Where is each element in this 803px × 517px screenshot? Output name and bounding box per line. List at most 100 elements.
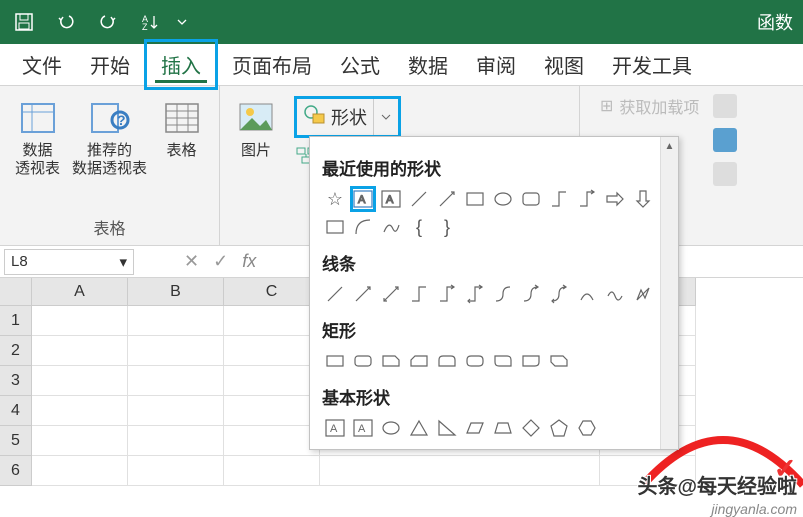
line8[interactable]: [518, 281, 544, 307]
cell[interactable]: [32, 366, 128, 396]
line11[interactable]: [602, 281, 628, 307]
brace2-shape[interactable]: }: [434, 214, 460, 240]
fx-icon[interactable]: fx: [242, 251, 256, 272]
rowhdr-6[interactable]: 6: [0, 456, 32, 486]
rect-shape[interactable]: [462, 186, 488, 212]
cell[interactable]: [224, 366, 320, 396]
rect2[interactable]: [350, 348, 376, 374]
basic-parallelogram[interactable]: [462, 415, 488, 441]
undo-button[interactable]: [46, 4, 86, 40]
cell[interactable]: [224, 426, 320, 456]
line9[interactable]: [546, 281, 572, 307]
cell[interactable]: [224, 336, 320, 366]
rect9[interactable]: [546, 348, 572, 374]
rowhdr-3[interactable]: 3: [0, 366, 32, 396]
enter-icon[interactable]: ✓: [213, 251, 228, 272]
recommended-pivot-button[interactable]: ? 推荐的 数据透视表: [72, 96, 148, 178]
rowhdr-4[interactable]: 4: [0, 396, 32, 426]
line5[interactable]: [434, 281, 460, 307]
shapes-dropdown-button[interactable]: 形状: [294, 96, 401, 138]
connector2-shape[interactable]: [574, 186, 600, 212]
line6[interactable]: [462, 281, 488, 307]
rect3[interactable]: [378, 348, 404, 374]
basic-diamond[interactable]: [518, 415, 544, 441]
basic-hexagon[interactable]: [574, 415, 600, 441]
tab-view[interactable]: 视图: [530, 42, 598, 87]
cancel-icon[interactable]: ✕: [184, 251, 199, 272]
sort-button[interactable]: AZ: [130, 4, 170, 40]
basic-rtriangle[interactable]: [434, 415, 460, 441]
line1[interactable]: [322, 281, 348, 307]
line2[interactable]: [350, 281, 376, 307]
tab-formulas[interactable]: 公式: [326, 42, 394, 87]
basic-pentagon[interactable]: [546, 415, 572, 441]
line4[interactable]: [406, 281, 432, 307]
col-B[interactable]: B: [128, 278, 224, 306]
tab-data[interactable]: 数据: [394, 42, 462, 87]
line-shape[interactable]: [406, 186, 432, 212]
get-addins-button[interactable]: ⊞ 获取加载项: [600, 94, 699, 118]
arrow-line-shape[interactable]: [434, 186, 460, 212]
bing-icon[interactable]: [713, 128, 737, 152]
connector-shape[interactable]: [546, 186, 572, 212]
basic-oval[interactable]: [378, 415, 404, 441]
cell[interactable]: [224, 306, 320, 336]
cell[interactable]: [32, 426, 128, 456]
freeform-shape[interactable]: [378, 214, 404, 240]
cell[interactable]: [128, 456, 224, 486]
basic-textbox2[interactable]: A: [350, 415, 376, 441]
cell[interactable]: [128, 336, 224, 366]
rect1[interactable]: [322, 348, 348, 374]
line7[interactable]: [490, 281, 516, 307]
rect6[interactable]: [462, 348, 488, 374]
dropdown-scrollbar[interactable]: ▲: [660, 137, 678, 449]
rect7[interactable]: [490, 348, 516, 374]
cell[interactable]: [32, 306, 128, 336]
textbox-shape[interactable]: A: [350, 186, 376, 212]
rect8[interactable]: [518, 348, 544, 374]
tab-pagelayout[interactable]: 页面布局: [218, 42, 326, 87]
rect4[interactable]: [406, 348, 432, 374]
basic-trapezoid[interactable]: [490, 415, 516, 441]
tab-developer[interactable]: 开发工具: [598, 42, 706, 87]
scroll-up-icon[interactable]: ▲: [661, 137, 678, 155]
name-box[interactable]: L8 ▾: [4, 249, 134, 275]
right-arrow-shape[interactable]: [602, 186, 628, 212]
down-arrow-shape[interactable]: [630, 186, 656, 212]
rowhdr-1[interactable]: 1: [0, 306, 32, 336]
picture-button[interactable]: 图片: [228, 96, 284, 160]
cell[interactable]: [128, 426, 224, 456]
col-C[interactable]: C: [224, 278, 320, 306]
cell[interactable]: [224, 396, 320, 426]
pivot-table-button[interactable]: 数据 透视表: [10, 96, 66, 178]
qat-customize[interactable]: [172, 4, 192, 40]
curve-shape[interactable]: [350, 214, 376, 240]
cell[interactable]: [320, 456, 600, 486]
line3[interactable]: [378, 281, 404, 307]
save-button[interactable]: [4, 4, 44, 40]
cell[interactable]: [224, 456, 320, 486]
misc-icon[interactable]: [713, 162, 737, 186]
oval-shape[interactable]: [490, 186, 516, 212]
line10[interactable]: [574, 281, 600, 307]
basic-triangle[interactable]: [406, 415, 432, 441]
cell[interactable]: [32, 456, 128, 486]
rounded-rect-shape[interactable]: [518, 186, 544, 212]
cell[interactable]: [128, 396, 224, 426]
cell[interactable]: [32, 336, 128, 366]
cell[interactable]: [32, 396, 128, 426]
rowhdr-5[interactable]: 5: [0, 426, 32, 456]
col-A[interactable]: A: [32, 278, 128, 306]
rect5[interactable]: [434, 348, 460, 374]
cell[interactable]: [128, 366, 224, 396]
table-button[interactable]: 表格: [154, 96, 210, 160]
line12[interactable]: [630, 281, 656, 307]
vertical-textbox-shape[interactable]: A: [378, 186, 404, 212]
rowhdr-2[interactable]: 2: [0, 336, 32, 366]
basic-textbox1[interactable]: A: [322, 415, 348, 441]
people-icon[interactable]: [713, 94, 737, 118]
tab-insert[interactable]: 插入: [144, 39, 218, 90]
tab-file[interactable]: 文件: [8, 42, 76, 87]
select-all-corner[interactable]: [0, 278, 32, 306]
cell[interactable]: [128, 306, 224, 336]
